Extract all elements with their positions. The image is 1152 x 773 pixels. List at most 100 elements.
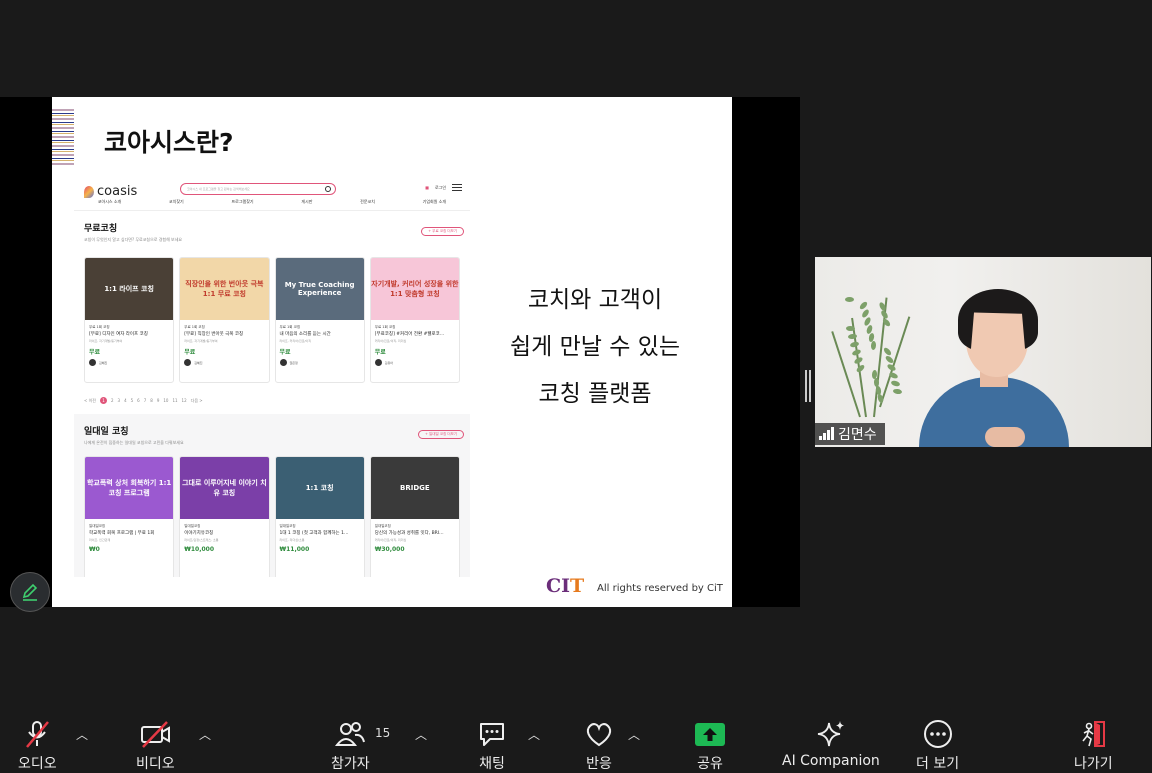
card-label: 일대일코칭 (374, 524, 391, 528)
card-thumbnail: 학교폭력 상처 회복하기 1:1 코칭 프로그램 (85, 457, 174, 519)
pager-item: 3 (117, 398, 121, 403)
pager-item: 8 (150, 398, 153, 403)
person-hands (985, 427, 1025, 447)
card-thumbnail: 자기개발, 커리어 성장을 위한 1:1 맞춤형 코칭 (370, 258, 459, 320)
video-options-caret[interactable]: ︿ (199, 726, 211, 743)
video-off-icon (137, 718, 173, 750)
chat-label: 채팅 (479, 756, 505, 772)
pager-item: 1 (99, 397, 107, 404)
participants-options-caret[interactable]: ︿ (415, 726, 427, 743)
site-nav-item: 전문코치 (360, 199, 375, 204)
pager-item: 4 (124, 398, 127, 403)
participant-name: 김면수 (838, 427, 877, 443)
chat-button[interactable]: 채팅 (476, 718, 508, 773)
card-price: ₩11,000 (279, 546, 310, 553)
chat-options-caret[interactable]: ︿ (528, 726, 540, 743)
audio-button[interactable]: 오디오 (18, 718, 57, 773)
tagline-line: 코치와 고객이 (527, 287, 663, 313)
participants-button[interactable]: 참가자 (331, 718, 370, 773)
pen-icon (22, 583, 38, 601)
card-thumbnail-text: 학교폭력 상처 회복하기 1:1 코칭 프로그램 (86, 479, 172, 497)
card-thumbnail-text: 1:1 코칭 (305, 484, 334, 492)
ai-companion-button[interactable]: AI Companion (782, 718, 880, 769)
card-thumbnail: 1:1 코칭 (275, 457, 364, 519)
chat-icon (476, 718, 508, 750)
card-thumbnail: 그대로 이루어지네 이야기 치유 코칭 (180, 457, 269, 519)
pager-item: 5 (130, 398, 134, 403)
coach-avatar (89, 359, 96, 366)
site-logo: coasis (84, 184, 137, 199)
pager-item: 2 (110, 398, 114, 403)
site-nav-item: 코치찾기 (169, 199, 184, 204)
cit-logo-a: CI (546, 575, 571, 597)
participant-video-tile[interactable]: 김면수 (815, 257, 1151, 447)
share-up-arrow-icon (694, 718, 726, 750)
pager-item: 6 (137, 398, 140, 403)
one-coaching-section: 일대일 코칭 나에게 온전히 집중하는 일대일 코칭으로 고민을 다뤄보세요 +… (74, 414, 470, 577)
card-label: 일대일코칭 (89, 524, 106, 528)
more-button[interactable]: 더 보기 (916, 718, 959, 773)
coach-name: 권은정 (289, 360, 298, 365)
plant-leaf (873, 377, 880, 388)
video-button[interactable]: 비디오 (136, 718, 175, 773)
site-header-right: ■ 로그인 (425, 184, 462, 191)
card-thumbnail: 1:1 라이프 코칭 (85, 258, 174, 320)
slide-title: 코아시스란? (104, 128, 234, 157)
card-price: 무료 (374, 349, 386, 356)
slide-footer-text: All rights reserved by CiT (597, 583, 723, 594)
site-nav-item: 게시판 (301, 199, 313, 204)
video-label: 비디오 (136, 756, 175, 772)
slide-tagline: 코치와 고객이 쉽게 만날 수 있는 코칭 플랫폼 (482, 277, 708, 418)
reactions-button[interactable]: 반응 (583, 718, 615, 773)
card-thumbnail-text: 자기개발, 커리어 성장을 위한 1:1 맞춤형 코칭 (371, 280, 459, 298)
participants-count: 15 (375, 726, 391, 740)
card-label: 일대일코칭 (184, 524, 201, 528)
free-coaching-section: 무료코칭 코칭이 무엇인지 알고 싶다면? 무료코칭으로 경험해 보세요 + 무… (74, 211, 470, 404)
card-coach: 권은정 (276, 356, 364, 369)
tagline-line: 코칭 플랫폼 (538, 381, 652, 407)
participant-name-label: 김면수 (815, 423, 885, 445)
website-screenshot: coasis 코아시스 내 프로그램을 찾고 원하는 검색해보세요 ■ 로그인 … (74, 177, 470, 577)
card-price: ₩30,000 (374, 546, 405, 553)
card-coach: 김혜진 (180, 356, 268, 369)
card-price: 무료 (89, 349, 101, 356)
audio-label: 오디오 (18, 756, 57, 772)
free-more-button: + 무료 코칭 더보기 (421, 227, 464, 236)
program-card: 자기개발, 커리어 성장을 위한 1:1 맞춤형 코칭 무료 1회 코칭 [무료코칭… (369, 257, 460, 383)
coach-avatar (184, 359, 192, 366)
free-coaching-sub: 코칭이 무엇인지 알고 싶다면? 무료코칭으로 경험해 보세요 (84, 237, 183, 242)
site-search-placeholder: 코아시스 내 프로그램을 찾고 원하는 검색해보세요 (187, 187, 250, 191)
ai-companion-label: AI Companion (782, 753, 880, 769)
program-card: 학교폭력 상처 회복하기 1:1 코칭 프로그램 일대일코칭 학교폭력 회복 프로그… (84, 456, 175, 577)
card-price: ₩10,000 (184, 546, 215, 553)
share-screen-button[interactable]: 공유 (694, 718, 726, 773)
pager-item: 12 (181, 398, 187, 403)
card-label: 무료 1회 코칭 (89, 325, 110, 329)
site-nav: 코아시스 소개 코치찾기 프로그램찾기 게시판 전문코치 기업회원 소개 (74, 199, 470, 205)
card-thumbnail-text: 1:1 라이프 코칭 (104, 285, 154, 293)
annotate-pen-button[interactable] (10, 572, 50, 612)
card-price: 무료 (184, 349, 196, 356)
more-dots-icon (922, 718, 954, 750)
site-header: coasis 코아시스 내 프로그램을 찾고 원하는 검색해보세요 ■ 로그인 … (74, 177, 470, 211)
card-title: 이야기치유코칭 (184, 531, 214, 536)
leave-label: 나가기 (1074, 756, 1113, 772)
audio-options-caret[interactable]: ︿ (76, 726, 88, 743)
card-thumbnail-text: 그대로 이루어지네 이야기 치유 코칭 (182, 479, 267, 497)
search-icon (325, 186, 331, 192)
reactions-options-caret[interactable]: ︿ (628, 726, 640, 743)
one-card-list: 학교폭력 상처 회복하기 1:1 코칭 프로그램 일대일코칭 학교폭력 회복 프로그… (84, 456, 460, 577)
program-card: 직장인을 위한 번아웃 극복 1:1 무료 코칭 무료 1회 코칭 [무료] 직장인… (179, 257, 270, 383)
coach-avatar (279, 359, 287, 366)
leave-button[interactable]: 나가기 (1074, 718, 1113, 773)
split-view-handle[interactable] (805, 370, 811, 402)
pager-item: 9 (156, 398, 160, 403)
lock-icon: ■ (425, 185, 429, 190)
cit-logo: CIT (546, 575, 584, 597)
tagline-line: 쉽게 만날 수 있는 (509, 334, 681, 360)
signal-strength-icon (819, 427, 834, 440)
card-thumbnail: 직장인을 위한 번아웃 극복 1:1 무료 코칭 (180, 258, 269, 320)
free-pager: < 이전 1 2 3 4 5 6 7 8 9 10 11 12 다음 > (84, 397, 460, 404)
card-thumbnail: BRIDGE (370, 457, 459, 519)
card-thumbnail-text: 직장인을 위한 번아웃 극복 1:1 무료 코칭 (185, 280, 264, 298)
